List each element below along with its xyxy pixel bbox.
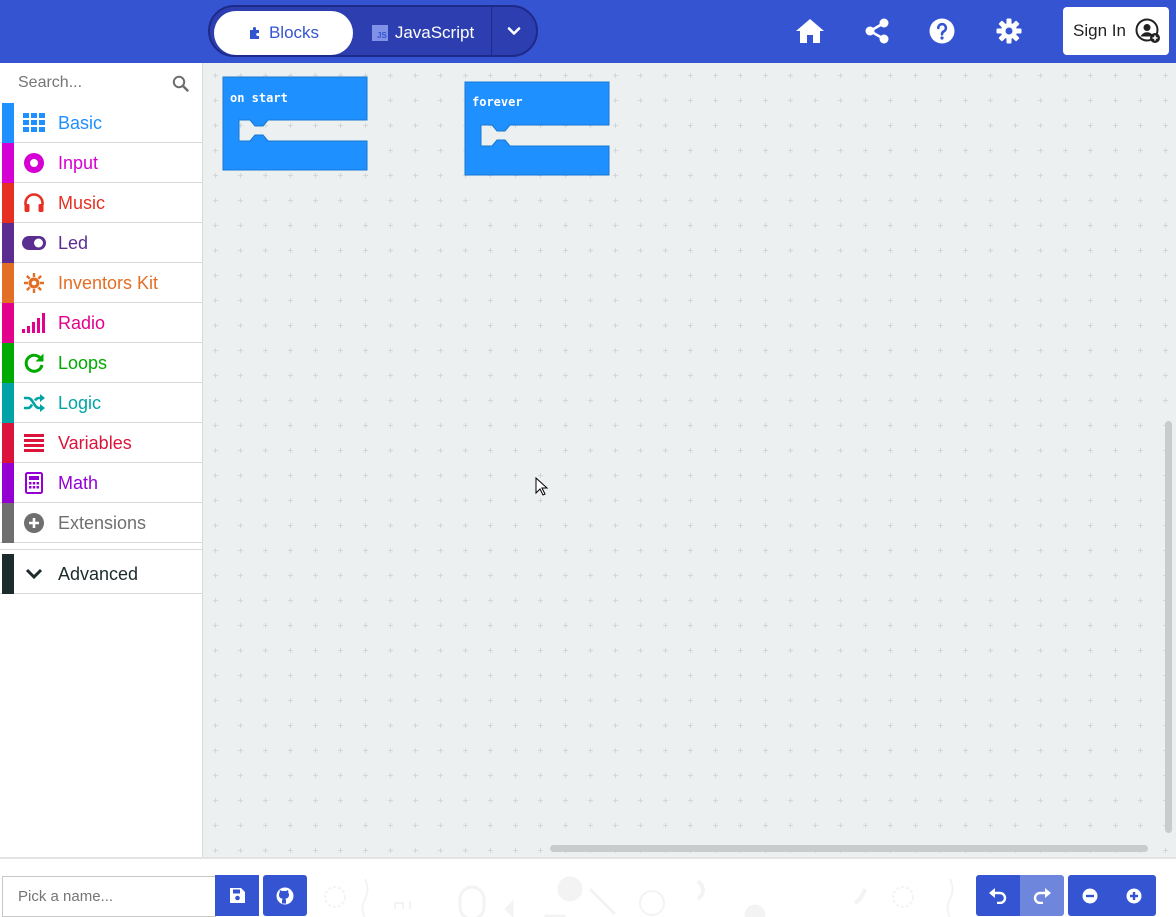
mouse-cursor-icon [535, 477, 549, 496]
category-color-stripe [2, 303, 14, 343]
category-label: Variables [58, 433, 132, 453]
language-dropdown-button[interactable] [492, 7, 536, 55]
block-label: on start [230, 91, 288, 105]
github-icon [276, 887, 294, 904]
block-label: forever [472, 95, 523, 109]
calculator-icon [22, 471, 46, 495]
undo-icon [989, 887, 1007, 904]
category-label: Basic [58, 113, 103, 133]
sign-in-button[interactable]: Sign In [1063, 7, 1169, 55]
github-button[interactable] [263, 875, 307, 916]
category-color-stripe [2, 503, 14, 543]
category-music[interactable]: Music [0, 183, 202, 223]
settings-button[interactable] [992, 14, 1026, 48]
search-icon[interactable] [172, 75, 189, 92]
category-variables[interactable]: Variables [0, 423, 202, 463]
category-label: Extensions [58, 513, 147, 533]
gear-sun-icon [22, 271, 46, 295]
toolbox: Basic Input Music Led [0, 63, 203, 857]
circle-dot-icon [22, 151, 46, 175]
javascript-icon: JS [371, 25, 388, 41]
home-button[interactable] [793, 14, 827, 48]
undo-button[interactable] [976, 875, 1020, 916]
zoom-out-icon [1082, 888, 1098, 903]
category-extensions[interactable]: Extensions [0, 503, 202, 543]
toggle-icon [22, 231, 46, 255]
user-circle-icon [1135, 18, 1160, 43]
category-color-stripe [2, 223, 14, 263]
home-icon [796, 19, 824, 43]
search-input[interactable] [18, 74, 168, 92]
plus-circle-icon [22, 511, 46, 535]
chevron-down-icon [507, 27, 521, 35]
category-color-stripe [2, 463, 14, 503]
grid-icon [22, 111, 46, 135]
redo-button[interactable] [1020, 875, 1064, 916]
redo-icon [1033, 887, 1051, 904]
javascript-tab-label: JavaScript [394, 23, 475, 42]
category-color-stripe [2, 263, 14, 303]
category-label: Inventors Kit [58, 273, 159, 293]
save-icon [229, 888, 245, 903]
category-input[interactable]: Input [0, 143, 202, 183]
category-label: Music [58, 193, 106, 213]
category-led[interactable]: Led [0, 223, 202, 263]
zoom-out-button[interactable] [1068, 875, 1112, 916]
workspace-grid [203, 63, 1176, 857]
chevron-down-icon [22, 562, 46, 586]
help-button[interactable] [925, 14, 959, 48]
top-bar: Blocks JS JavaScript Sign In [0, 0, 1176, 63]
category-label: Loops [58, 353, 108, 373]
category-color-stripe [2, 383, 14, 423]
horizontal-scrollbar[interactable] [550, 845, 1148, 852]
sign-in-label: Sign In [1073, 21, 1126, 40]
category-color-stripe [2, 183, 14, 223]
refresh-icon [22, 351, 46, 375]
category-inventors-kit[interactable]: Inventors Kit [0, 263, 202, 303]
zoom-in-button[interactable] [1112, 875, 1156, 916]
help-icon [929, 18, 955, 44]
category-label: Math [58, 473, 99, 493]
blocks-tab-label: Blocks [268, 23, 320, 42]
category-color-stripe [2, 423, 14, 463]
project-name-input[interactable] [2, 876, 216, 917]
forever-block[interactable]: forever [464, 81, 612, 182]
category-color-stripe [2, 103, 14, 143]
on-start-block[interactable]: on start [222, 76, 370, 177]
blocks-workspace[interactable]: on start forever [203, 63, 1176, 857]
zoom-in-icon [1126, 888, 1142, 903]
editor-footer [0, 857, 1176, 917]
category-label: Led [58, 233, 89, 253]
category-advanced[interactable]: Advanced [0, 554, 202, 594]
shuffle-icon [22, 391, 46, 415]
toolbox-divider [0, 544, 202, 550]
save-button[interactable] [215, 875, 259, 916]
lines-icon [22, 431, 46, 455]
category-color-stripe [2, 343, 14, 383]
category-label: Radio [58, 313, 106, 333]
category-basic[interactable]: Basic [0, 103, 202, 143]
gear-icon [996, 18, 1022, 44]
category-label: Advanced [58, 564, 139, 584]
category-color-stripe [2, 554, 14, 594]
category-math[interactable]: Math [0, 463, 202, 503]
editor-mode-toggle: Blocks JS JavaScript [208, 5, 538, 57]
javascript-tab[interactable]: JS JavaScript [358, 11, 488, 55]
category-label: Logic [58, 393, 102, 413]
headphones-icon [22, 191, 46, 215]
share-icon [865, 18, 889, 44]
category-loops[interactable]: Loops [0, 343, 202, 383]
category-label: Input [58, 153, 99, 173]
share-button[interactable] [860, 14, 894, 48]
vertical-scrollbar[interactable] [1165, 421, 1172, 833]
category-color-stripe [2, 143, 14, 183]
category-logic[interactable]: Logic [0, 383, 202, 423]
signal-bars-icon [22, 311, 46, 335]
puzzle-icon [249, 27, 259, 39]
toolbox-search [0, 63, 202, 103]
blocks-tab[interactable]: Blocks [214, 11, 353, 55]
category-radio[interactable]: Radio [0, 303, 202, 343]
